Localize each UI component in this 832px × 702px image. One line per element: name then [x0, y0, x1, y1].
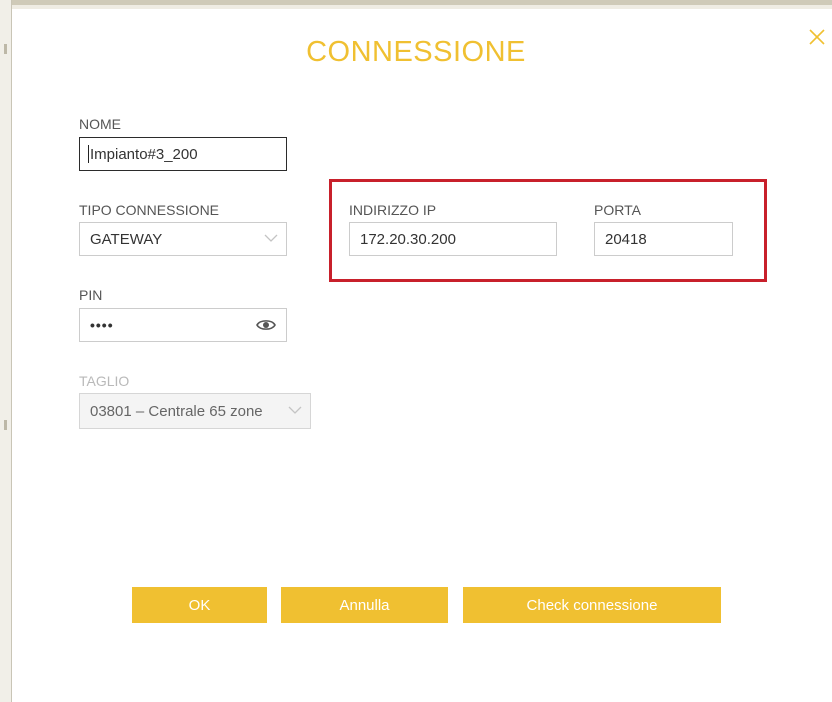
- taglio-value: 03801 – Centrale 65 zone: [90, 402, 263, 420]
- nome-label: NOME: [79, 116, 121, 132]
- tipo-connessione-select[interactable]: GATEWAY: [79, 222, 287, 256]
- ok-button[interactable]: OK: [132, 587, 267, 623]
- pin-input[interactable]: ••••: [79, 308, 287, 342]
- tipo-connessione-label: TIPO CONNESSIONE: [79, 202, 220, 218]
- tipo-connessione-value: GATEWAY: [90, 230, 163, 248]
- check-connessione-button[interactable]: Check connessione: [463, 587, 721, 623]
- nome-value: Impianto#3_200: [90, 145, 198, 163]
- text-caret: [88, 145, 89, 163]
- pin-label: PIN: [79, 287, 103, 303]
- window-frame-top-shadow: [0, 5, 832, 9]
- chevron-down-icon: [288, 406, 302, 414]
- pin-value: ••••: [90, 317, 114, 333]
- eye-icon[interactable]: [256, 318, 276, 332]
- frame-mark: [4, 420, 7, 430]
- chevron-down-icon: [264, 234, 278, 242]
- window-frame-left: [0, 0, 12, 702]
- taglio-label: TAGLIO: [79, 373, 130, 389]
- taglio-select: 03801 – Centrale 65 zone: [79, 393, 311, 429]
- nome-input[interactable]: Impianto#3_200: [79, 137, 287, 171]
- annulla-button[interactable]: Annulla: [281, 587, 448, 623]
- highlight-box: [329, 179, 767, 282]
- dialog-title: CONNESSIONE: [306, 36, 526, 68]
